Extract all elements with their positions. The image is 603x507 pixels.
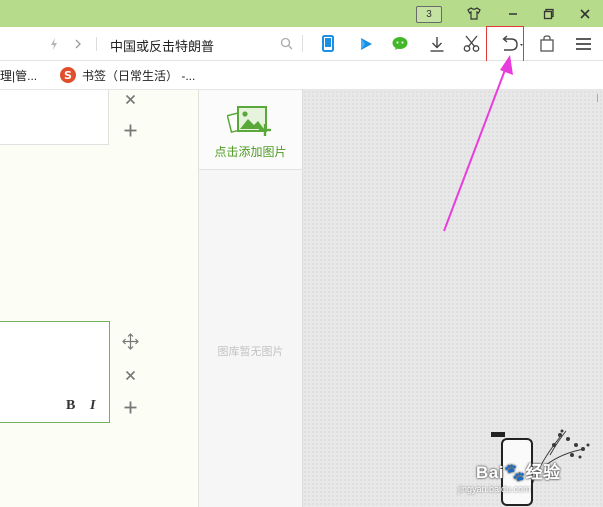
watermark-text: Bai🐾经验 bbox=[476, 463, 561, 482]
watermark-subtext: jingyan.baidu.com bbox=[458, 484, 531, 494]
